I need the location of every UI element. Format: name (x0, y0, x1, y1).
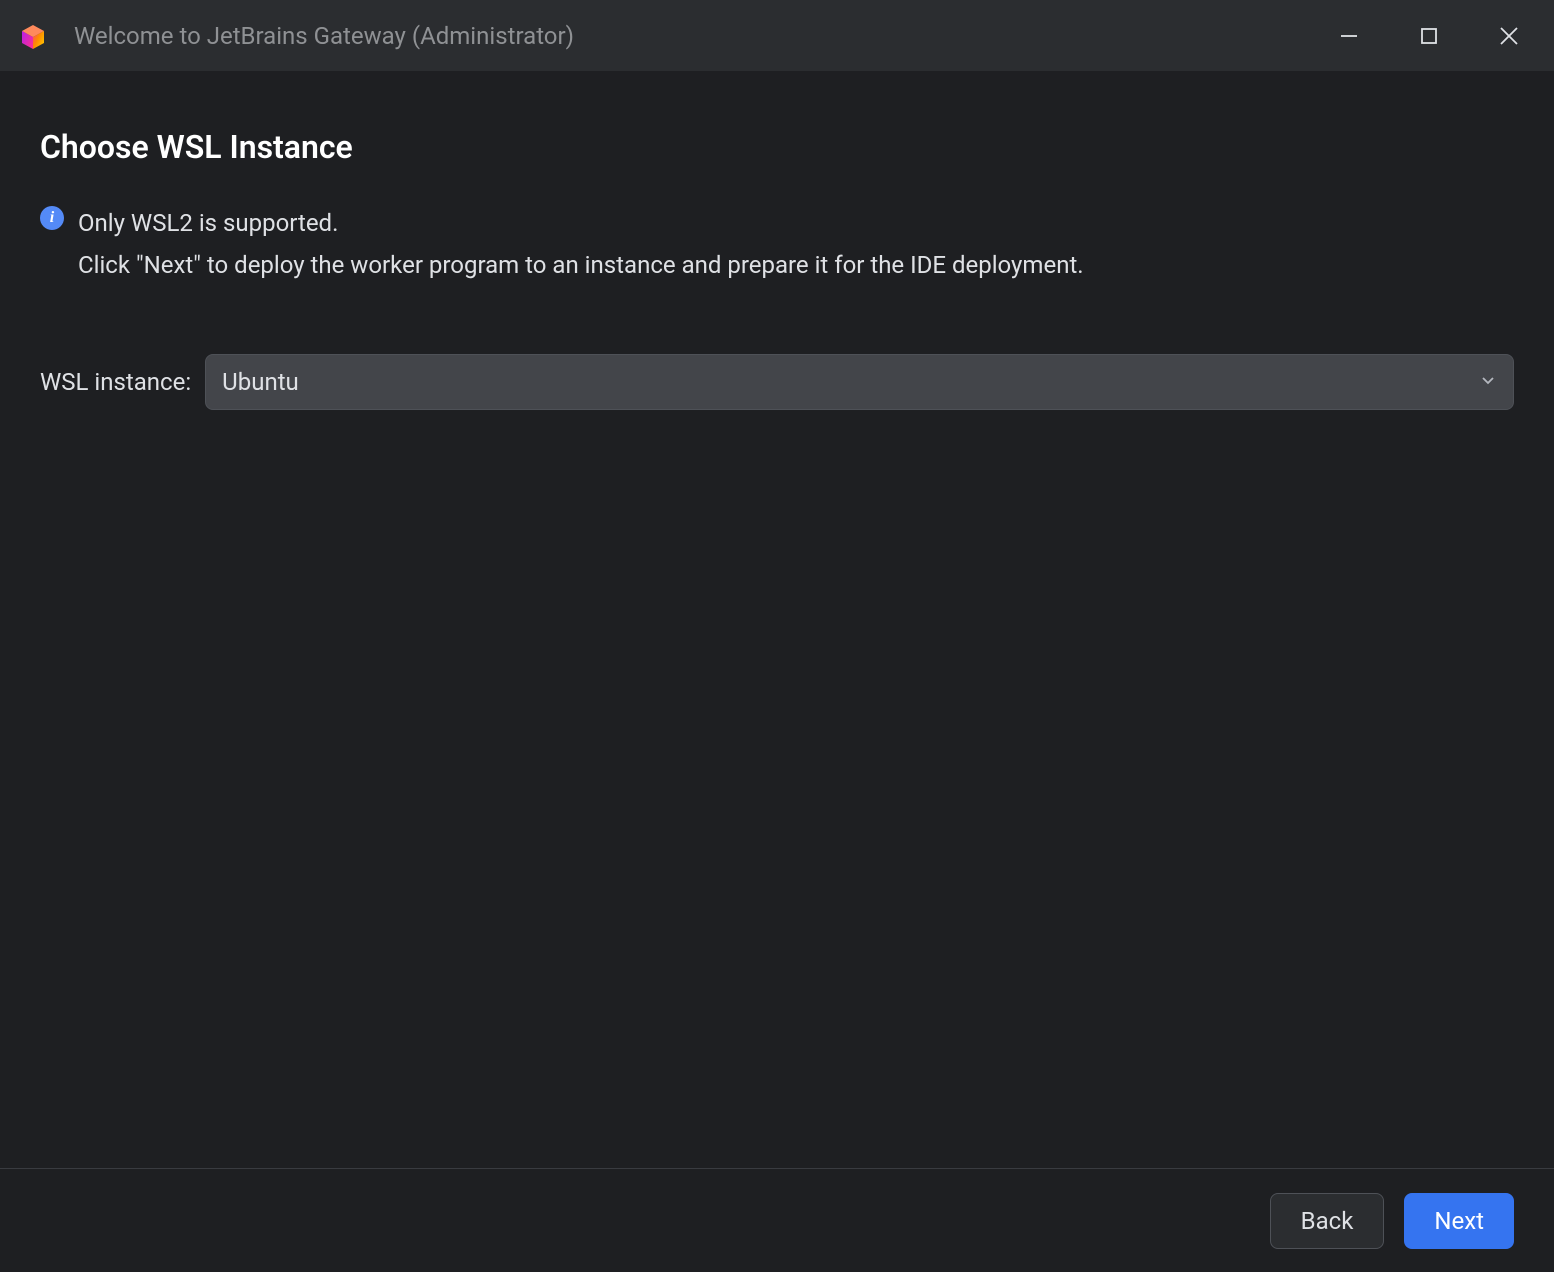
wsl-instance-row: WSL instance: Ubuntu (40, 354, 1514, 410)
back-button[interactable]: Back (1270, 1193, 1385, 1249)
wsl-instance-label: WSL instance: (40, 368, 191, 396)
next-button[interactable]: Next (1404, 1193, 1514, 1249)
titlebar: Welcome to JetBrains Gateway (Administra… (0, 0, 1554, 72)
info-block: i Only WSL2 is supported. Click "Next" t… (40, 202, 1514, 286)
gateway-app-icon (20, 23, 46, 49)
info-icon: i (40, 206, 64, 230)
minimize-button[interactable] (1336, 23, 1362, 49)
wsl-instance-select[interactable]: Ubuntu (205, 354, 1514, 410)
footer: Back Next (0, 1168, 1554, 1272)
close-button[interactable] (1496, 23, 1522, 49)
wsl-instance-selected-value: Ubuntu (222, 368, 299, 396)
window-title: Welcome to JetBrains Gateway (Administra… (74, 22, 1336, 50)
content-area: Choose WSL Instance i Only WSL2 is suppo… (0, 72, 1554, 1168)
wsl-instance-select-wrap: Ubuntu (205, 354, 1514, 410)
window-controls (1336, 23, 1522, 49)
page-title: Choose WSL Instance (40, 128, 1514, 166)
info-line-1: Only WSL2 is supported. (78, 202, 1084, 244)
info-line-2: Click "Next" to deploy the worker progra… (78, 244, 1084, 286)
info-text: Only WSL2 is supported. Click "Next" to … (78, 202, 1084, 286)
maximize-button[interactable] (1416, 23, 1442, 49)
